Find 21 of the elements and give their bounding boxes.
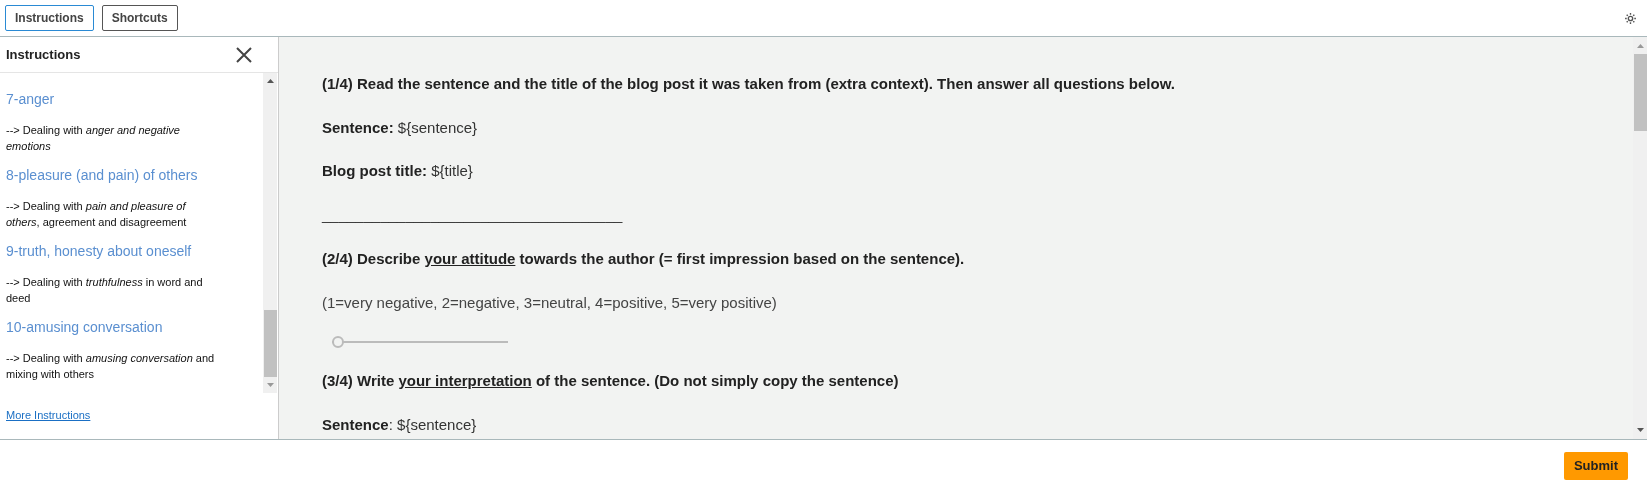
category-link[interactable]: 8-pleasure (and pain) of others xyxy=(6,165,255,186)
category-description: --> Dealing with anger and negative emotions xyxy=(6,123,181,154)
category-description: --> Dealing with amusing conversation and mixing with others xyxy=(6,351,216,382)
question-heading: (2/4) Describe your attitude towards the author (= first impression based on the sentence). xyxy=(322,249,966,269)
separator-line: ____________________________________ xyxy=(322,204,624,225)
tab[interactable]: Instructions xyxy=(5,5,94,31)
question-heading: (3/4) Write your interpretation of the sentence. (Do not simply copy the sentence) xyxy=(322,371,900,391)
more-instructions-link[interactable]: More Instructions xyxy=(6,407,91,424)
category-link[interactable]: 9-truth, honesty about oneself xyxy=(6,241,255,262)
category-link[interactable]: 10-amusing conversation xyxy=(6,317,255,338)
scale-note: (1=very negative, 2=negative, 3=neutral, 4=positive, 5=very positive) xyxy=(322,292,778,313)
category-description: --> Dealing with pain and pleasure of others, agreement and disagreement xyxy=(6,199,188,230)
field-line: Sentence: ${sentence} xyxy=(322,414,478,435)
submit-button[interactable]: Submit xyxy=(1563,451,1628,480)
field-line: Blog post title: ${title} xyxy=(322,161,474,181)
panel-title: Instructions xyxy=(6,45,81,64)
question-heading: (1/4) Read the sentence and the title of the blog post it was taken from (extra context). Then answer all questions below. xyxy=(322,74,1176,94)
category-description: --> Dealing with truthfulness in word and deed xyxy=(6,275,204,306)
category-link[interactable]: 7-anger xyxy=(6,89,255,110)
tab[interactable]: Shortcuts xyxy=(101,5,178,31)
field-line: Sentence: ${sentence} xyxy=(322,117,479,138)
